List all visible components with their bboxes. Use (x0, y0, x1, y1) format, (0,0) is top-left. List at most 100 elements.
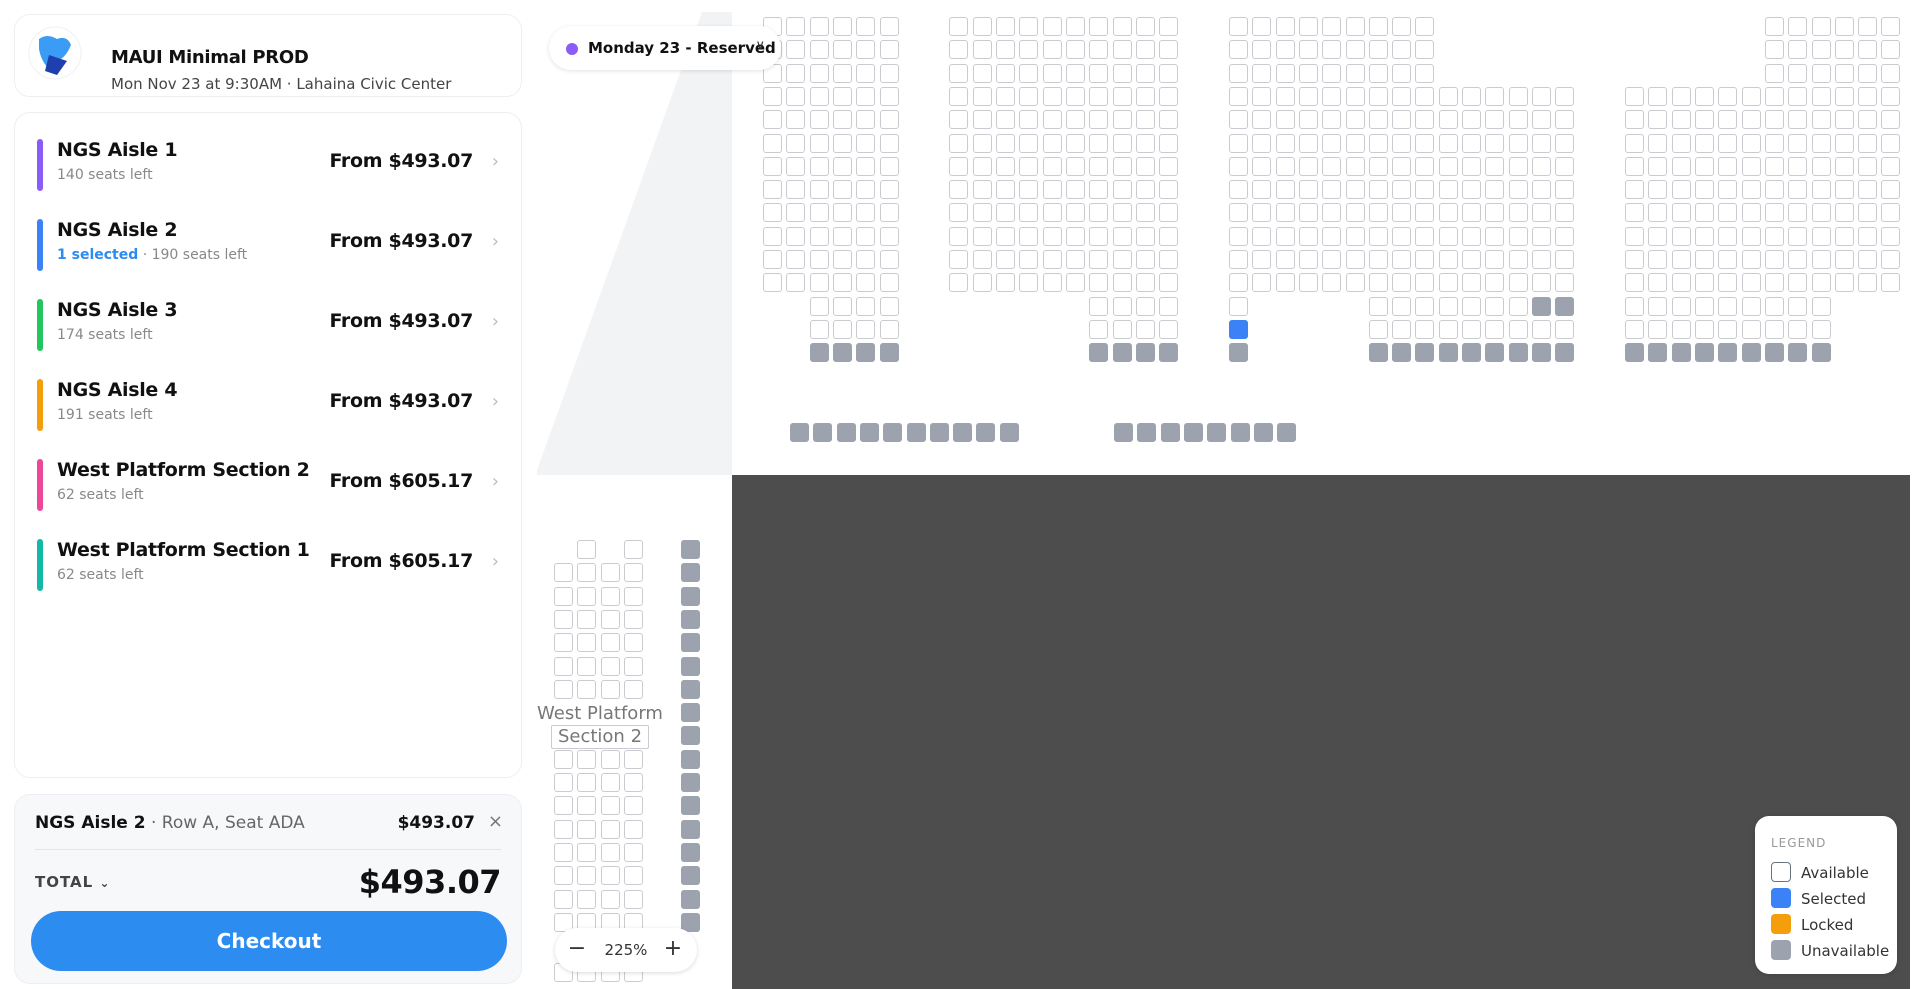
seat-available[interactable] (1811, 40, 1831, 60)
seat-available[interactable] (1229, 40, 1248, 60)
seat-available[interactable] (1135, 296, 1155, 316)
seat-available[interactable] (809, 319, 829, 339)
zoom-in-button[interactable]: + (659, 936, 687, 964)
seat-available[interactable] (1741, 180, 1761, 200)
seat-available[interactable] (1415, 63, 1435, 83)
seat-available[interactable] (856, 133, 876, 153)
seat-available[interactable] (1858, 63, 1878, 83)
seat-available[interactable] (1811, 250, 1831, 269)
seat-available[interactable] (1159, 250, 1179, 269)
seat-available[interactable] (1671, 319, 1691, 339)
seat-available[interactable] (1858, 86, 1878, 106)
seat-available[interactable] (1322, 86, 1342, 106)
seat-available[interactable] (623, 773, 643, 792)
section-item[interactable]: NGS Aisle 2 1 selected · 190 seats left … (15, 211, 523, 271)
seat-available[interactable] (1159, 133, 1179, 153)
seat-available[interactable] (1462, 296, 1481, 316)
seat-available[interactable] (1695, 296, 1714, 316)
seat-available[interactable] (1345, 203, 1365, 223)
seat-available[interactable] (577, 563, 597, 583)
seat-available[interactable] (1671, 273, 1691, 293)
seat-available[interactable] (577, 586, 597, 606)
seat-available[interactable] (949, 156, 969, 176)
seat-available[interactable] (972, 110, 992, 130)
seat-available[interactable] (1229, 273, 1248, 293)
seat-available[interactable] (972, 250, 992, 269)
seat-available[interactable] (1811, 17, 1831, 36)
seat-available[interactable] (1741, 226, 1761, 246)
seat-available[interactable] (1229, 17, 1248, 36)
seat-available[interactable] (1252, 156, 1272, 176)
seat-map[interactable]: West Platform Section 2 Monday 23 - Rese… (537, 0, 1920, 989)
seat-available[interactable] (1764, 273, 1784, 293)
seat-available[interactable] (1252, 273, 1272, 293)
seat-available[interactable] (1858, 17, 1878, 36)
seat-available[interactable] (1648, 319, 1668, 339)
seat-available[interactable] (1881, 40, 1901, 60)
seat-available[interactable] (1764, 180, 1784, 200)
seat-available[interactable] (1345, 110, 1365, 130)
seat-available[interactable] (832, 40, 852, 60)
seat-available[interactable] (1764, 133, 1784, 153)
seat-available[interactable] (1881, 17, 1901, 36)
seat-available[interactable] (1881, 273, 1901, 293)
seat-available[interactable] (1345, 250, 1365, 269)
seat-available[interactable] (1788, 250, 1808, 269)
seat-available[interactable] (1485, 250, 1505, 269)
seat-available[interactable] (1508, 203, 1528, 223)
seat-available[interactable] (1392, 40, 1412, 60)
seat-available[interactable] (1555, 110, 1575, 130)
seat-available[interactable] (600, 819, 620, 839)
seat-available[interactable] (1275, 17, 1295, 36)
seat-available[interactable] (1811, 319, 1831, 339)
seat-available[interactable] (1112, 17, 1132, 36)
seat-available[interactable] (1741, 296, 1761, 316)
seat-selected[interactable] (1229, 319, 1248, 339)
seat-available[interactable] (1485, 273, 1505, 293)
seat-available[interactable] (879, 86, 899, 106)
seat-available[interactable] (1555, 86, 1575, 106)
seat-available[interactable] (1741, 110, 1761, 130)
seat-available[interactable] (623, 633, 643, 653)
seat-available[interactable] (1811, 203, 1831, 223)
seat-available[interactable] (1508, 110, 1528, 130)
seat-available[interactable] (1252, 63, 1272, 83)
seat-available[interactable] (856, 319, 876, 339)
seat-available[interactable] (832, 63, 852, 83)
seat-available[interactable] (1788, 17, 1808, 36)
seat-available[interactable] (809, 203, 829, 223)
seat-available[interactable] (1229, 226, 1248, 246)
seat-available[interactable] (1881, 226, 1901, 246)
seat-available[interactable] (1764, 40, 1784, 60)
seat-available[interactable] (600, 679, 620, 699)
seat-available[interactable] (832, 296, 852, 316)
seat-available[interactable] (1275, 180, 1295, 200)
seat-available[interactable] (1764, 250, 1784, 269)
seat-available[interactable] (786, 273, 806, 293)
seat-available[interactable] (1695, 203, 1714, 223)
seat-available[interactable] (1811, 63, 1831, 83)
seat-available[interactable] (1415, 40, 1435, 60)
seat-available[interactable] (1881, 156, 1901, 176)
seat-available[interactable] (1252, 203, 1272, 223)
seat-available[interactable] (554, 679, 573, 699)
seat-available[interactable] (1392, 296, 1412, 316)
seat-available[interactable] (1112, 156, 1132, 176)
seat-available[interactable] (1788, 156, 1808, 176)
seat-available[interactable] (972, 203, 992, 223)
seat-available[interactable] (1788, 319, 1808, 339)
seat-available[interactable] (554, 796, 573, 816)
seat-available[interactable] (972, 273, 992, 293)
seat-available[interactable] (1462, 226, 1481, 246)
seat-available[interactable] (809, 110, 829, 130)
seat-available[interactable] (600, 749, 620, 769)
seat-available[interactable] (1485, 203, 1505, 223)
seat-available[interactable] (577, 773, 597, 792)
seat-available[interactable] (1252, 110, 1272, 130)
seat-available[interactable] (763, 203, 782, 223)
seat-available[interactable] (1322, 17, 1342, 36)
seat-available[interactable] (1718, 86, 1738, 106)
seat-available[interactable] (1834, 110, 1854, 130)
seat-available[interactable] (763, 250, 782, 269)
seat-available[interactable] (1834, 250, 1854, 269)
